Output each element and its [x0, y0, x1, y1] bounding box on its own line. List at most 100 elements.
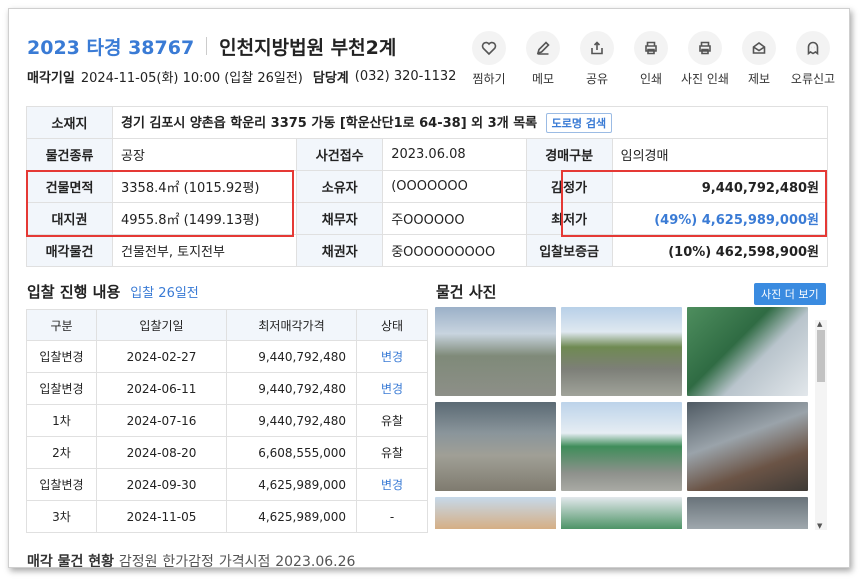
section-heading: 매각 물건 현황: [27, 554, 115, 568]
round-cell: 3차: [26, 500, 97, 533]
auction-type-value: 임의경매: [611, 138, 829, 171]
debtor-label: 채무자: [296, 202, 384, 235]
creditor-label: 채권자: [296, 234, 384, 267]
info-row: 매각물건 건물전부, 토지전부 채권자 중OOOOOOOOO 입찰보증금 (10…: [26, 234, 829, 267]
date-cell: 2024-06-11: [96, 372, 227, 405]
favorite-button[interactable]: 찜하기: [465, 31, 513, 87]
owner-label: 소유자: [296, 170, 384, 203]
sale-date-label: 매각기일: [27, 71, 75, 86]
status-cell: 변경: [356, 468, 428, 501]
appraiser-label: 감정원: [118, 554, 158, 568]
property-photo[interactable]: [435, 307, 556, 396]
case-received-label: 사건접수: [296, 138, 384, 171]
pencil-icon: [526, 31, 560, 65]
share-icon: [580, 31, 614, 65]
price-highlight-box: [561, 170, 827, 237]
property-photo[interactable]: [435, 402, 556, 491]
column-header: 상태: [356, 309, 428, 341]
price-cell: 9,440,792,480: [226, 340, 357, 373]
column-header: 최저매각가격: [226, 309, 357, 341]
table-row: 2차 2024-08-20 6,608,555,000 유찰: [26, 436, 428, 469]
auction-type-label: 경매구분: [525, 138, 613, 171]
print-button[interactable]: 인쇄: [627, 31, 675, 87]
more-photos-button[interactable]: 사진 더 보기: [754, 283, 826, 305]
case-number: 2023 타경 38767: [27, 36, 195, 59]
price-cell: 4,625,989,000: [226, 468, 357, 501]
share-label: 공유: [585, 72, 609, 86]
report-button[interactable]: 제보: [735, 31, 783, 87]
case-received-value: 2023.06.08: [382, 138, 527, 171]
error-report-label: 오류신고: [790, 72, 836, 86]
property-type-value: 공장: [111, 138, 298, 171]
sale-items-value: 건물전부, 토지전부: [111, 234, 298, 267]
favorite-label: 찜하기: [472, 72, 506, 86]
info-row: 물건종류 공장 사건접수 2023.06.08 경매구분 임의경매: [26, 138, 829, 171]
round-cell: 입찰변경: [26, 372, 97, 405]
valuation-date-value: 2023.06.26: [275, 554, 356, 568]
round-cell: 2차: [26, 436, 97, 469]
location-row: 소재지 경기 김포시 양촌읍 학운리 3375 가동 [학운산단1로 64-38…: [26, 106, 828, 139]
bid-history-table: 구분 입찰기일 최저매각가격 상태 입찰변경 2024-02-27 9,440,79…: [26, 309, 428, 533]
sale-status-section-cutoff: 매각 물건 현황 감정원 한가감정 가격시점 2023.06.26: [27, 551, 356, 568]
price-cell: 4,625,989,000: [226, 500, 357, 533]
property-photo[interactable]: [561, 497, 682, 529]
ghost-icon: [796, 31, 830, 65]
table-row: 3차 2024-11-05 4,625,989,000-: [26, 500, 428, 533]
page-frame: 2023 타경 38767 인천지방법원 부천2계 매각기일 2024-11-0…: [8, 8, 850, 568]
property-type-label: 물건종류: [26, 138, 113, 171]
error-report-button[interactable]: 오류신고: [789, 31, 837, 87]
scrollbar-thumb[interactable]: [817, 330, 825, 382]
property-photo[interactable]: [561, 402, 682, 491]
sale-items-label: 매각물건: [26, 234, 113, 267]
date-cell: 2024-09-30: [96, 468, 227, 501]
creditor-value: 중OOOOOOOOO: [382, 234, 527, 267]
date-cell: 2024-02-27: [96, 340, 227, 373]
date-cell: 2024-11-05: [96, 500, 227, 533]
title-divider: [206, 37, 208, 55]
heart-icon: [472, 31, 506, 65]
photo-print-label: 사진 인쇄: [681, 72, 729, 86]
location-label: 소재지: [26, 106, 113, 139]
property-photo[interactable]: [687, 307, 808, 396]
status-cell: 변경: [356, 372, 428, 405]
owner-value: (OOOOOOO: [382, 170, 527, 203]
printer-icon: [688, 31, 722, 65]
property-photo[interactable]: [561, 307, 682, 396]
report-label: 제보: [747, 72, 771, 86]
round-cell: 입찰변경: [26, 340, 97, 373]
date-cell: 2024-08-20: [96, 436, 227, 469]
share-button[interactable]: 공유: [573, 31, 621, 87]
status-cell: 유찰: [356, 436, 428, 469]
price-cell: 6,608,555,000: [226, 436, 357, 469]
status-cell: 유찰: [356, 404, 428, 437]
bid-history-title: 입찰 진행 내용 입찰 26일전: [27, 281, 199, 302]
table-row: 1차 2024-07-16 9,440,792,480 유찰: [26, 404, 428, 437]
court-name: 인천지방법원 부천2계: [219, 36, 397, 59]
contact-label: 담당계: [312, 71, 349, 86]
memo-button[interactable]: 메모: [519, 31, 567, 87]
bid-countdown: 입찰 26일전: [130, 286, 199, 301]
scroll-up-icon[interactable]: ▲: [817, 320, 822, 328]
bid-history-heading: 입찰 진행 내용: [27, 283, 121, 301]
appraiser-value: 한가감정: [162, 554, 214, 568]
property-photo[interactable]: [435, 497, 556, 529]
scroll-down-icon[interactable]: ▼: [817, 522, 822, 530]
date-cell: 2024-07-16: [96, 404, 227, 437]
column-header: 입찰기일: [96, 309, 227, 341]
property-photo[interactable]: [687, 497, 808, 529]
photo-print-button[interactable]: 사진 인쇄: [681, 31, 729, 87]
bid-deposit-value: (10%) 462,598,900원: [611, 234, 829, 267]
table-row: 입찰변경 2024-09-30 4,625,989,000 변경: [26, 468, 428, 501]
location-value: 경기 김포시 양촌읍 학운리 3375 가동 [학운산단1로 64-38] 외 …: [121, 116, 538, 131]
photo-scrollbar[interactable]: ▲ ▼: [815, 320, 827, 530]
table-row: 입찰변경 2024-02-27 9,440,792,480 변경: [26, 340, 428, 373]
bid-deposit-label: 입찰보증금: [525, 234, 613, 267]
sale-date-value: 2024-11-05(화) 10:00 (입찰 26일전): [80, 71, 303, 86]
road-search-button[interactable]: 도로명 검색: [545, 113, 613, 133]
action-bar: 찜하기 메모 공유 인쇄 사진 인쇄 제보 오류신고: [465, 31, 837, 87]
property-photo[interactable]: [687, 402, 808, 491]
status-cell: 변경: [356, 340, 428, 373]
status-cell: -: [356, 500, 428, 533]
valuation-date-label: 가격시점: [218, 554, 271, 568]
column-header: 구분: [26, 309, 97, 341]
